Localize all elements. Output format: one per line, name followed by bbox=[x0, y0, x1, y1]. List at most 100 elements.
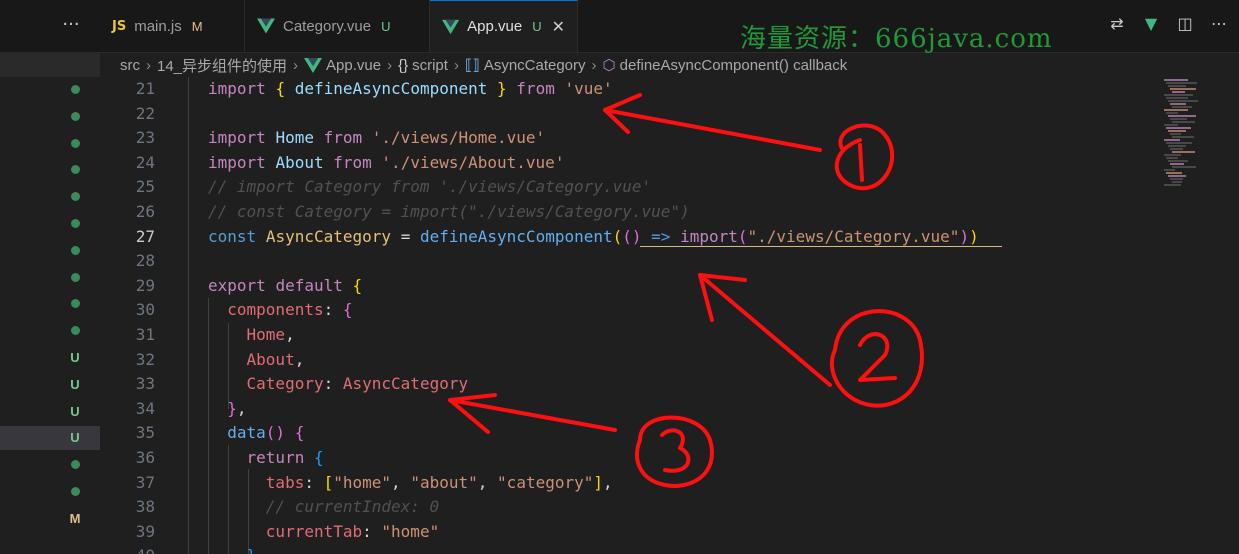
code-text: currentTab: "home" bbox=[208, 520, 439, 545]
dot-icon bbox=[70, 245, 80, 255]
code-token: "about" bbox=[410, 472, 478, 492]
minimap-line bbox=[1170, 118, 1187, 120]
chevron-right-icon: › bbox=[146, 56, 151, 74]
dot-icon bbox=[70, 165, 80, 175]
breadcrumb-folder[interactable]: 14_异步组件的使用 bbox=[157, 55, 287, 76]
vue-devtools-icon[interactable]: ▼ bbox=[1141, 14, 1161, 33]
code-line[interactable]: 26 // const Category = import("./views/Ca… bbox=[100, 200, 1150, 225]
scm-status-mark[interactable]: U bbox=[60, 372, 90, 399]
scm-dot-icon[interactable] bbox=[60, 238, 90, 265]
minimap-line bbox=[1164, 79, 1188, 81]
minimap-line bbox=[1168, 100, 1198, 102]
scm-dot-icon[interactable] bbox=[60, 77, 90, 104]
breadcrumb-file[interactable]: App.vue bbox=[326, 57, 381, 74]
more-actions-icon[interactable]: ··· bbox=[56, 10, 86, 40]
scm-status-mark[interactable]: U bbox=[60, 425, 90, 452]
tab-app-vue[interactable]: App.vue U ✕ bbox=[430, 0, 578, 52]
code-token: { bbox=[275, 79, 286, 98]
minimap-line bbox=[1166, 82, 1198, 84]
line-number: 26 bbox=[135, 202, 155, 221]
code-text: }, bbox=[208, 397, 247, 422]
code-token: defineAsyncComponent bbox=[419, 226, 613, 246]
scm-dot-icon[interactable] bbox=[60, 157, 90, 184]
code-line[interactable]: 35 data() { bbox=[100, 421, 1150, 446]
minimap-line bbox=[1170, 103, 1186, 105]
code-line[interactable]: 22 bbox=[100, 102, 1150, 127]
scm-status-mark[interactable]: M bbox=[60, 506, 90, 533]
scm-dot-icon[interactable] bbox=[60, 184, 90, 211]
minimap-line bbox=[1170, 148, 1184, 150]
tab-main-js[interactable]: JS main.js M bbox=[100, 0, 245, 52]
code-text: tabs: ["home", "about", "category"], bbox=[208, 471, 613, 496]
code-line[interactable]: 39 currentTab: "home" bbox=[100, 520, 1150, 545]
code-token: , bbox=[236, 398, 247, 418]
code-line[interactable]: 24 import About from './views/About.vue' bbox=[100, 151, 1150, 176]
line-number: 30 bbox=[135, 300, 155, 320]
line-number: 22 bbox=[135, 103, 155, 123]
minimap-line bbox=[1172, 151, 1195, 153]
scm-dot-icon[interactable] bbox=[60, 131, 90, 158]
vue-icon bbox=[304, 57, 323, 73]
code-editor[interactable]: 21 import { defineAsyncComponent } from '… bbox=[100, 77, 1150, 554]
code-token: import bbox=[208, 152, 266, 172]
line-number: 29 bbox=[135, 275, 155, 295]
code-line[interactable]: 21 import { defineAsyncComponent } from '… bbox=[100, 77, 1150, 102]
scm-status-mark[interactable]: U bbox=[60, 399, 90, 426]
scm-dot-icon[interactable] bbox=[60, 104, 90, 131]
code-text: data() { bbox=[208, 421, 304, 446]
breadcrumb-callback[interactable]: defineAsyncComponent() callback bbox=[620, 57, 848, 74]
more-icon[interactable]: ⋯ bbox=[1209, 14, 1229, 33]
code-token: Home bbox=[246, 325, 286, 344]
minimap-line bbox=[1164, 109, 1188, 111]
scm-dot-icon[interactable] bbox=[60, 211, 90, 238]
scm-dot-icon[interactable] bbox=[60, 452, 90, 479]
code-line[interactable]: 37 tabs: ["home", "about", "category"], bbox=[100, 471, 1150, 496]
line-number: 39 bbox=[135, 521, 155, 541]
code-token: components bbox=[227, 300, 324, 320]
scm-dot-icon[interactable] bbox=[60, 265, 90, 292]
code-line[interactable]: 25 // import Category from './views/Categ… bbox=[100, 175, 1150, 200]
chevron-right-icon: › bbox=[293, 56, 299, 74]
code-line[interactable]: 40 } bbox=[100, 544, 1150, 554]
close-icon[interactable]: ✕ bbox=[552, 17, 565, 37]
code-token: () bbox=[622, 226, 642, 246]
code-line[interactable]: 33 Category: AsyncCategory bbox=[100, 372, 1150, 397]
code-token: ( bbox=[612, 226, 623, 246]
code-line[interactable]: 34 }, bbox=[100, 397, 1150, 422]
minimap-line bbox=[1166, 127, 1192, 129]
minimap-line bbox=[1168, 145, 1186, 147]
code-token: ] bbox=[593, 472, 604, 492]
line-number: 37 bbox=[135, 472, 155, 492]
scm-dot-icon[interactable] bbox=[60, 318, 90, 345]
code-token: "category" bbox=[497, 472, 594, 492]
code-line[interactable]: 23 import Home from './views/Home.vue' bbox=[100, 126, 1150, 151]
compare-changes-icon[interactable]: ⇄ bbox=[1107, 14, 1127, 33]
minimap-line bbox=[1164, 124, 1179, 126]
tab-category-vue[interactable]: Category.vue U bbox=[245, 0, 430, 52]
code-line[interactable]: 38 // currentIndex: 0 bbox=[100, 495, 1150, 520]
dot-icon bbox=[70, 138, 80, 148]
scm-dot-icon[interactable] bbox=[60, 291, 90, 318]
code-line[interactable]: 28 bbox=[100, 249, 1150, 274]
code-line[interactable]: 36 return { bbox=[100, 446, 1150, 471]
scm-status-mark[interactable]: U bbox=[60, 345, 90, 372]
dot-icon bbox=[70, 460, 80, 470]
breadcrumb-script[interactable]: script bbox=[412, 57, 448, 74]
line-number: 31 bbox=[135, 325, 155, 344]
dot-icon bbox=[70, 272, 80, 282]
minimap-line bbox=[1170, 88, 1197, 90]
editor-tab-bar: ··· JS main.js M Category.vue U App.vue … bbox=[0, 0, 1239, 54]
code-text: } bbox=[208, 544, 257, 554]
tab-label: main.js bbox=[134, 17, 182, 35]
split-editor-icon[interactable]: ◫ bbox=[1175, 14, 1195, 33]
breadcrumb-symbol[interactable]: AsyncCategory bbox=[484, 57, 586, 74]
minimap[interactable] bbox=[1150, 77, 1239, 554]
line-number: 40 bbox=[100, 544, 155, 554]
code-line[interactable]: 31 Home, bbox=[100, 323, 1150, 348]
code-line[interactable]: 29 export default { bbox=[100, 274, 1150, 299]
scm-dot-icon[interactable] bbox=[60, 479, 90, 506]
minimap-line bbox=[1172, 166, 1196, 168]
code-line[interactable]: 30 components: { bbox=[100, 298, 1150, 323]
breadcrumb-src[interactable]: src bbox=[120, 57, 140, 74]
code-line[interactable]: 32 About, bbox=[100, 348, 1150, 373]
